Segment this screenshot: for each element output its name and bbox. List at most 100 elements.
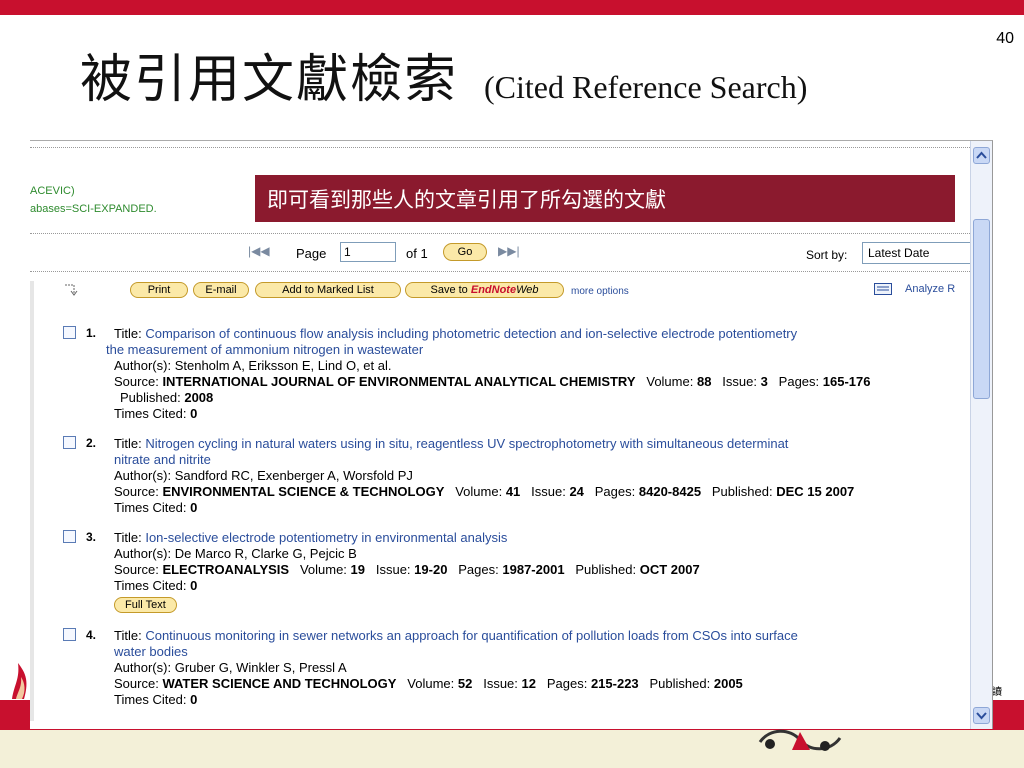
record-published: 2008 xyxy=(184,390,214,405)
record-number: 4. xyxy=(86,628,97,642)
issue-label: Issue: xyxy=(722,374,757,389)
record-volume: 52 xyxy=(457,676,473,691)
slide-title-english: (Cited Reference Search) xyxy=(484,69,808,105)
title-label: Title: xyxy=(114,530,142,545)
record-pages: 165-176 xyxy=(822,374,871,389)
record-published: 2005 xyxy=(713,676,743,691)
record-title-link[interactable]: Continuous monitoring in sewer networks … xyxy=(145,628,798,643)
record-times-cited: 0 xyxy=(190,692,198,707)
save-to-label: Save to xyxy=(430,284,468,296)
add-to-marked-list-button[interactable]: Add to Marked List xyxy=(255,282,401,298)
scrollbar-thumb[interactable] xyxy=(973,219,990,399)
page-number-input[interactable] xyxy=(340,242,396,262)
times-cited-label: Times Cited: xyxy=(114,578,187,593)
page-total-label: of 1 xyxy=(406,246,428,261)
record-pages: 215-223 xyxy=(590,676,639,691)
published-label: Published: xyxy=(575,562,637,577)
record-published: OCT 2007 xyxy=(639,562,700,577)
issue-label: Issue: xyxy=(483,676,518,691)
volume-label: Volume: xyxy=(407,676,455,691)
record-volume: 19 xyxy=(350,562,366,577)
annotation-callout: 即可看到那些人的文章引用了所勾選的文獻 xyxy=(255,175,955,222)
select-arrow-icon xyxy=(65,284,78,296)
record-number: 2. xyxy=(86,436,97,450)
dotted-divider xyxy=(30,271,970,272)
issue-label: Issue: xyxy=(531,484,566,499)
record-body: Title: Continuous monitoring in sewer ne… xyxy=(114,628,970,708)
record-times-cited: 0 xyxy=(190,406,198,421)
endnote-logo: EndNote xyxy=(470,284,517,296)
record-body: Title: Comparison of continuous flow ana… xyxy=(106,326,970,422)
scroll-up-icon[interactable] xyxy=(973,147,990,164)
bottom-beige-band xyxy=(0,730,1024,768)
record-number: 1. xyxy=(86,326,97,340)
results-page: ACEVIC) abases=SCI-EXPANDED. 即可看到那些人的文章引… xyxy=(30,141,970,729)
pages-label: Pages: xyxy=(546,676,588,691)
record-issue: 24 xyxy=(569,484,584,499)
last-page-icon[interactable]: ▶▶| xyxy=(498,244,520,258)
source-label: Source: xyxy=(114,676,159,691)
analyze-icon xyxy=(874,283,892,295)
record-source: INTERNATIONAL JOURNAL OF ENVIRONMENTAL A… xyxy=(162,374,636,389)
sort-select[interactable]: Latest Date xyxy=(862,242,970,264)
record-title-link-continued[interactable]: water bodies xyxy=(114,644,188,659)
record-volume: 88 xyxy=(696,374,712,389)
record-issue: 12 xyxy=(521,676,536,691)
record-checkbox[interactable] xyxy=(63,436,76,449)
authors-label: Author(s): xyxy=(114,660,172,675)
pages-label: Pages: xyxy=(458,562,499,577)
more-options-link[interactable]: more options xyxy=(571,286,629,297)
scroll-down-icon[interactable] xyxy=(973,707,990,724)
published-label: Published: xyxy=(711,484,773,499)
issue-label: Issue: xyxy=(375,562,411,577)
record-source: WATER SCIENCE AND TECHNOLOGY xyxy=(162,676,397,691)
record-issue: 3 xyxy=(760,374,768,389)
top-red-bar xyxy=(0,0,1024,15)
full-text-button[interactable]: Full Text xyxy=(114,597,177,613)
email-button[interactable]: E-mail xyxy=(193,282,249,298)
published-label: Published: xyxy=(120,390,181,405)
pages-label: Pages: xyxy=(778,374,820,389)
slide-title: 被引用文獻檢索 (Cited Reference Search) xyxy=(80,42,807,112)
footer-side-label: 讀 xyxy=(992,687,1002,698)
record-authors: De Marco R, Clarke G, Pejcic B xyxy=(174,546,357,561)
times-cited-label: Times Cited: xyxy=(114,500,187,515)
print-button[interactable]: Print xyxy=(130,282,188,298)
web-label: Web xyxy=(516,284,539,296)
record-number: 3. xyxy=(86,530,97,544)
times-cited-label: Times Cited: xyxy=(114,406,187,421)
record-source: ELECTROANALYSIS xyxy=(162,562,290,577)
search-context-line-2: abases=SCI-EXPANDED. xyxy=(30,203,157,215)
record-authors: Sandford RC, Exenberger A, Worsfold PJ xyxy=(174,468,413,483)
slide-number: 40 xyxy=(996,30,1014,47)
record-title-link-continued[interactable]: nitrate and nitrite xyxy=(114,452,211,467)
dotted-divider xyxy=(30,147,970,148)
vertical-scrollbar[interactable] xyxy=(970,141,992,729)
published-label: Published: xyxy=(649,676,711,691)
record-title-link[interactable]: Nitrogen cycling in natural waters using… xyxy=(145,436,788,451)
record-title-link[interactable]: Comparison of continuous flow analysis i… xyxy=(145,326,797,341)
title-label: Title: xyxy=(114,628,142,643)
record-body: Title: Ion-selective electrode potentiom… xyxy=(114,530,970,613)
times-cited-label: Times Cited: xyxy=(114,692,187,707)
save-to-endnote-web-button[interactable]: Save to EndNoteWeb xyxy=(405,282,564,298)
record-checkbox[interactable] xyxy=(63,530,76,543)
record-times-cited: 0 xyxy=(190,500,198,515)
source-label: Source: xyxy=(114,374,159,389)
title-label: Title: xyxy=(114,436,142,451)
authors-label: Author(s): xyxy=(114,546,172,561)
record-volume: 41 xyxy=(505,484,521,499)
pagination-bar: |◀◀ Page of 1 Go ▶▶| Sort by: Latest Dat… xyxy=(30,241,970,265)
record-checkbox[interactable] xyxy=(63,628,76,641)
record-title-link[interactable]: Ion-selective electrode potentiometry in… xyxy=(145,530,507,545)
title-label: Title: xyxy=(114,326,142,341)
record-title-link-continued[interactable]: the measurement of ammonium nitrogen in … xyxy=(106,342,423,357)
first-page-icon[interactable]: |◀◀ xyxy=(248,244,270,258)
record-checkbox[interactable] xyxy=(63,326,76,339)
pages-label: Pages: xyxy=(594,484,636,499)
embedded-search-results-screenshot: ACEVIC) abases=SCI-EXPANDED. 即可看到那些人的文章引… xyxy=(30,140,993,729)
analyze-results-link[interactable]: Analyze R xyxy=(905,283,955,295)
record-body: Title: Nitrogen cycling in natural water… xyxy=(114,436,970,516)
record-pages: 8420-8425 xyxy=(638,484,702,499)
go-button[interactable]: Go xyxy=(443,243,487,261)
